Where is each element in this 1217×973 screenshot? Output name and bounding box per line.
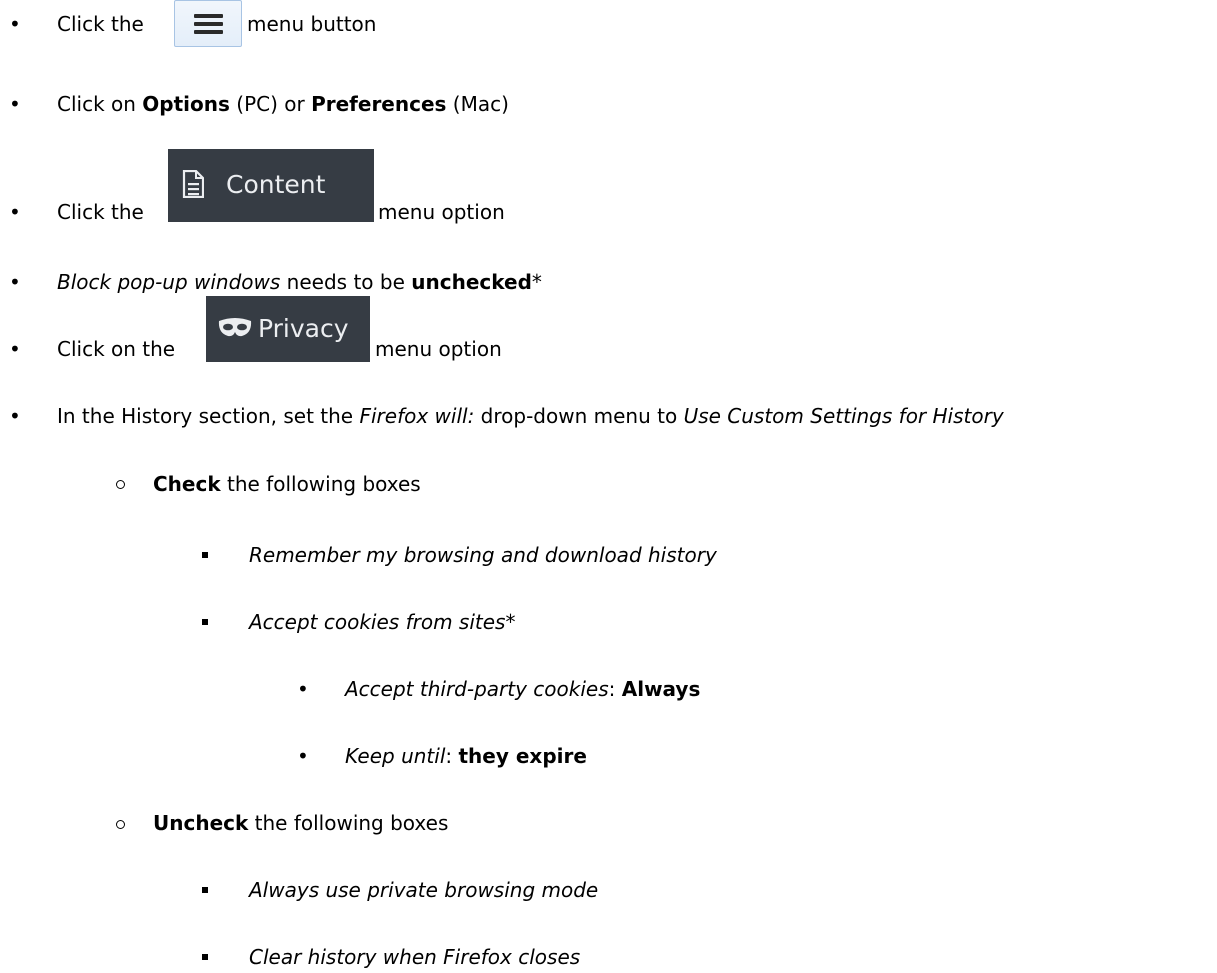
uncheck-item: Always use private browsing mode bbox=[249, 878, 599, 902]
instruction-1-prefix: Click the bbox=[57, 12, 144, 36]
bullet: • bbox=[9, 200, 21, 224]
instruction-1-suffix: menu button bbox=[247, 12, 377, 36]
check-item: Remember my browsing and download histor… bbox=[249, 543, 717, 567]
bullet: • bbox=[9, 404, 21, 428]
check-item: Accept cookies from sites* bbox=[249, 610, 516, 634]
mask-icon bbox=[218, 318, 252, 337]
bullet: • bbox=[9, 12, 21, 36]
bullet: • bbox=[297, 677, 309, 701]
instruction-2: Click on Options (PC) or Preferences (Ma… bbox=[57, 92, 509, 116]
uncheck-item: Clear history when Firefox closes bbox=[249, 945, 581, 969]
content-label: Content bbox=[226, 170, 326, 199]
privacy-label: Privacy bbox=[258, 314, 349, 343]
bullet bbox=[202, 619, 208, 625]
content-menu-option-image: Content bbox=[168, 149, 374, 222]
bullet bbox=[202, 887, 208, 893]
hamburger-menu-icon bbox=[174, 0, 242, 47]
bullet: • bbox=[9, 92, 21, 116]
instruction-6: In the History section, set the Firefox … bbox=[57, 404, 1004, 428]
privacy-menu-option-image: Privacy bbox=[206, 296, 370, 362]
document-icon bbox=[182, 170, 204, 198]
instruction-5-suffix: menu option bbox=[375, 337, 502, 361]
uncheck-heading: Uncheck the following boxes bbox=[153, 811, 449, 835]
bullet bbox=[116, 820, 125, 829]
bullet: • bbox=[297, 744, 309, 768]
instruction-5-prefix: Click on the bbox=[57, 337, 176, 361]
bullet: • bbox=[9, 337, 21, 361]
bullet: • bbox=[9, 270, 21, 294]
check-heading: Check the following boxes bbox=[153, 472, 421, 496]
instruction-3-suffix: menu option bbox=[378, 200, 505, 224]
cookie-subitem: Accept third-party cookies: Always bbox=[345, 677, 701, 701]
instruction-3-prefix: Click the bbox=[57, 200, 144, 224]
bullet bbox=[116, 480, 125, 489]
cookie-subitem: Keep until: they expire bbox=[345, 744, 587, 768]
instruction-4: Block pop-up windows needs to be uncheck… bbox=[57, 270, 542, 294]
bullet bbox=[202, 954, 208, 960]
bullet bbox=[202, 552, 208, 558]
